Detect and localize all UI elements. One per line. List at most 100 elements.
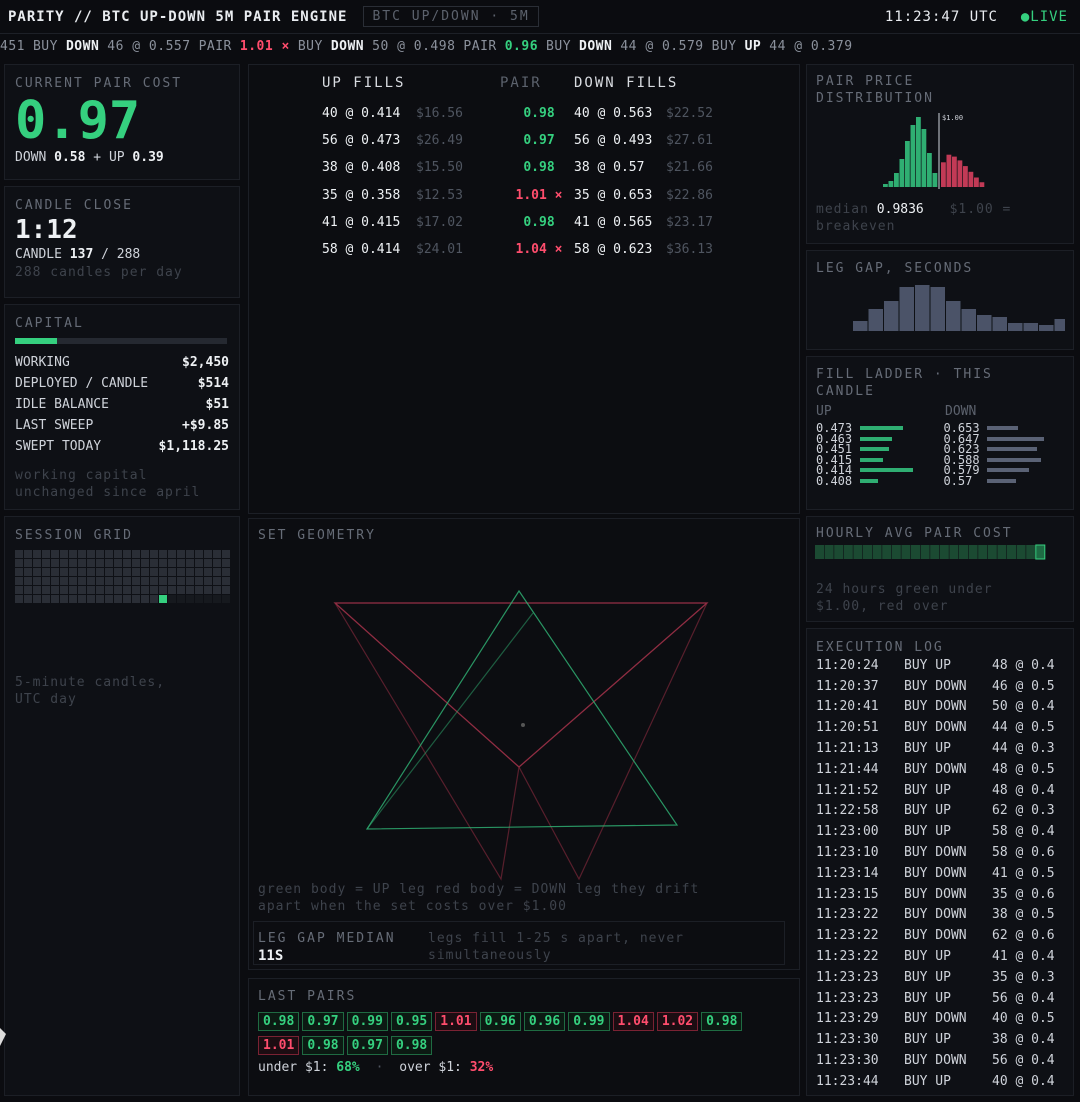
hourly-note-1: 24 hours green under (816, 582, 993, 597)
up-fill-value: $17.02 (416, 214, 463, 230)
log-row: 11:23:29 BUY DOWN 40 @ 0.5 (816, 1009, 1070, 1030)
session-grid-cell (222, 577, 230, 585)
session-grid-cell (168, 550, 176, 558)
session-grid-cell (96, 568, 104, 576)
log-qty: 48 @ 0.5 (992, 761, 1055, 777)
log-action: BUY DOWN (904, 699, 967, 715)
up-fill-value: $15.50 (416, 160, 463, 176)
hourly-cell (959, 545, 968, 559)
session-grid-cell (33, 568, 41, 576)
breakeven-note-1: $1.00 = (949, 202, 1012, 217)
log-time: 11:23:23 (816, 990, 879, 1006)
log-time: 11:22:58 (816, 803, 879, 819)
log-qty: 38 @ 0.4 (992, 1032, 1055, 1048)
log-time: 11:23:22 (816, 907, 879, 923)
session-grid-cell (105, 568, 113, 576)
session-grid-cell (141, 577, 149, 585)
log-qty: 40 @ 0.5 (992, 1011, 1055, 1027)
session-note-1: 5-minute candles, (15, 675, 166, 690)
execution-log[interactable]: 11:20:24 BUY UP 48 @ 0.4 11:20:37 BUY DOWN 46… (816, 655, 1070, 1092)
session-grid-cell (51, 595, 59, 603)
up-fill: 35 @ 0.358 (322, 187, 401, 203)
leg-gap-bar (1008, 323, 1023, 331)
log-action: BUY DOWN (904, 678, 967, 694)
log-action: BUY UP (904, 949, 951, 965)
pair-chip: 1.01 (435, 1012, 477, 1031)
session-grid-cell (105, 559, 113, 567)
hourly-cell (843, 545, 853, 559)
capital-note-1: working capital (15, 468, 148, 483)
log-qty: 40 @ 0.4 (992, 1073, 1055, 1089)
session-grid-cell (168, 595, 176, 603)
log-row: 11:21:52 BUY UP 48 @ 0.4 (816, 780, 1070, 801)
log-action: BUY DOWN (904, 761, 967, 777)
log-action: BUY DOWN (904, 1011, 967, 1027)
log-row: 11:23:22 BUY UP 41 @ 0.4 (816, 946, 1070, 967)
leg-gap-note-1: legs fill 1-25 s apart, never (428, 931, 684, 946)
pair-value: 0.98 (523, 106, 555, 122)
distribution-title-1: PAIR PRICE (816, 74, 915, 89)
session-grid-cell (114, 595, 122, 603)
session-grid-cell (78, 595, 86, 603)
log-qty: 41 @ 0.5 (992, 865, 1055, 881)
session-grid (15, 550, 230, 603)
up-fills-header: UP FILLS (322, 75, 406, 91)
distribution-bar-under (899, 159, 905, 187)
session-grid-cell (24, 595, 32, 603)
session-grid-cell (141, 586, 149, 594)
breakeven-marker-label: $1.00 (942, 114, 963, 122)
capital-row-value: $51 (205, 397, 229, 412)
log-action: BUY UP (904, 782, 951, 798)
capital-title: CAPITAL (15, 316, 84, 331)
distribution-bar-over (974, 177, 979, 187)
session-grid-cell (33, 550, 41, 558)
log-qty: 38 @ 0.5 (992, 907, 1055, 923)
ladder-price: 0.57 (943, 473, 973, 488)
session-grid-cell (195, 568, 203, 576)
session-grid-cell (222, 568, 230, 576)
capital-row: IDLE BALANCE $51 (15, 394, 229, 415)
session-grid-cell (186, 595, 194, 603)
log-time: 11:23:29 (816, 1011, 879, 1027)
geometry-caption-2: apart when the set costs over $1.00 (258, 899, 567, 914)
ladder-up-label: UP (816, 404, 832, 419)
session-grid-cell (96, 586, 104, 594)
capital-row-value: $1,118.25 (158, 439, 229, 454)
session-grid-cell (177, 568, 185, 576)
hourly-cell (978, 545, 988, 559)
session-grid-cell (150, 568, 158, 576)
log-qty: 58 @ 0.6 (992, 845, 1055, 861)
plus-sign: + (93, 150, 102, 165)
pair-chip: 1.04 (612, 1012, 654, 1031)
log-qty: 35 @ 0.3 (992, 969, 1055, 985)
session-grid-cell (123, 595, 131, 603)
leg-gap-bar (977, 315, 992, 331)
hourly-cell (949, 545, 959, 559)
session-grid-cell (15, 559, 23, 567)
session-grid-cell (87, 550, 95, 558)
distribution-bar-under (927, 153, 932, 187)
log-action: BUY DOWN (904, 845, 967, 861)
down-fills-header: DOWN FILLS (574, 75, 679, 91)
pair-cost-value: 0.97 (15, 91, 141, 151)
pair-chip: 1.01 (258, 1036, 300, 1055)
pair-chip: 0.97 (346, 1036, 388, 1055)
log-qty: 41 @ 0.4 (992, 949, 1055, 965)
up-fill: 58 @ 0.414 (322, 242, 401, 258)
log-row: 11:21:13 BUY UP 44 @ 0.3 (816, 738, 1070, 759)
session-grid-cell (51, 559, 59, 567)
log-action: BUY DOWN (904, 720, 967, 736)
session-grid-cell (69, 577, 77, 585)
market-selector[interactable]: BTC UP/DOWN · 5M (363, 6, 539, 27)
session-grid-cell (60, 586, 68, 594)
ticker-item: UP (744, 39, 762, 54)
session-grid-cell (42, 595, 50, 603)
session-grid-cell (150, 550, 158, 558)
session-grid-cell (15, 577, 23, 585)
session-grid-cell (69, 550, 77, 558)
ticker-item: 1.01 × (239, 39, 290, 54)
hourly-cell (968, 545, 978, 559)
session-grid-cell (186, 550, 194, 558)
log-qty: 56 @ 0.4 (992, 1053, 1055, 1069)
session-grid-cell (150, 577, 158, 585)
